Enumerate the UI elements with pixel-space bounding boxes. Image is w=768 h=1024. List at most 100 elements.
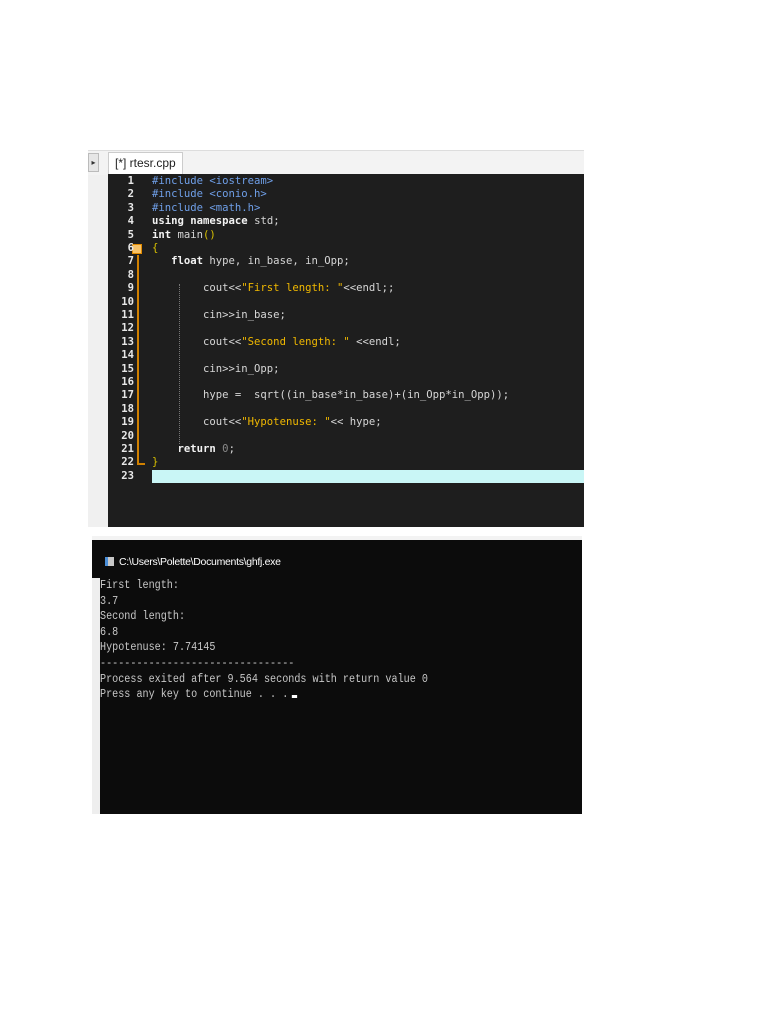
code-line[interactable]: 18 bbox=[108, 403, 584, 416]
line-number: 21 bbox=[121, 443, 134, 455]
code-line[interactable]: 5 int main() bbox=[108, 229, 584, 242]
line-number: 12 bbox=[121, 322, 134, 335]
code-line[interactable]: 11 cin>>in_base; bbox=[108, 309, 584, 322]
code-line[interactable]: 17 hype = sqrt((in_base*in_base)+(in_Opp… bbox=[108, 389, 584, 402]
code-line[interactable]: 23 bbox=[108, 469, 584, 483]
code-text: cin>>in_Opp; bbox=[152, 363, 280, 376]
console-app-icon bbox=[105, 557, 114, 566]
console-output-line: 6.8 bbox=[100, 626, 118, 639]
code-line[interactable]: 9 cout<<"First length: "<<endl;; bbox=[108, 282, 584, 295]
line-number: 16 bbox=[121, 376, 134, 388]
code-line[interactable]: 10 bbox=[108, 296, 584, 309]
console-text: 3.7 bbox=[100, 594, 119, 608]
code-token: #include <conio.h> bbox=[152, 188, 267, 201]
console-cursor bbox=[291, 695, 298, 699]
code-token: cout<< bbox=[152, 416, 242, 429]
console-text: Second length: bbox=[100, 610, 186, 624]
code-token: hype, in_base, in_Opp; bbox=[209, 255, 350, 268]
code-token: main bbox=[177, 228, 204, 241]
code-line[interactable]: 6{ bbox=[108, 242, 584, 255]
code-line[interactable]: 15 cin>>in_Opp; bbox=[108, 363, 584, 376]
code-line[interactable]: 14 bbox=[108, 349, 584, 362]
code-line[interactable]: 12 bbox=[108, 322, 584, 335]
console-text: 6.8 bbox=[100, 625, 119, 639]
tab-rtesr-cpp[interactable]: [*] rtesr.cpp bbox=[108, 152, 183, 175]
console-output-line: Hypotenuse: 7.74145 bbox=[100, 641, 215, 654]
code-token: "Hypotenuse: " bbox=[241, 416, 331, 429]
console-output-line: Second length: bbox=[100, 610, 185, 623]
code-token: using namespace bbox=[152, 215, 255, 228]
tab-strip: ▸ [*] rtesr.cpp bbox=[88, 150, 584, 175]
console-text: First length: bbox=[100, 579, 179, 592]
code-text: } bbox=[152, 456, 158, 469]
line-number: 4 bbox=[127, 215, 134, 228]
code-line[interactable]: 21 return 0; bbox=[108, 443, 584, 456]
line-number: 5 bbox=[127, 228, 134, 241]
code-line[interactable]: 19 cout<<"Hypotenuse: "<< hype; bbox=[108, 416, 584, 429]
line-number: 14 bbox=[121, 349, 134, 362]
code-line[interactable]: 7 float hype, in_base, in_Opp; bbox=[108, 255, 584, 268]
line-number: 13 bbox=[121, 335, 134, 348]
line-number: 19 bbox=[121, 416, 134, 429]
line-number: 7 bbox=[127, 255, 134, 268]
line-number: 1 bbox=[127, 175, 134, 187]
console-output-line: Process exited after 9.564 seconds with … bbox=[100, 673, 428, 686]
code-line[interactable]: 8 bbox=[108, 269, 584, 282]
code-line[interactable]: 1 #include <iostream> bbox=[108, 175, 584, 188]
code-editor[interactable]: 1 #include <iostream> 2 #include <conio.h> 3… bbox=[108, 174, 584, 527]
console-title: C:\Users\Polette\Documents\ghfj.exe bbox=[119, 556, 281, 568]
console-text: Process exited after 9.564 seconds with … bbox=[100, 672, 428, 686]
code-token: "First length: " bbox=[241, 282, 344, 295]
line-number: 15 bbox=[121, 362, 134, 375]
code-text: int main() bbox=[152, 229, 216, 242]
code-token: <<endl;; bbox=[343, 282, 395, 295]
code-text: cout<<"First length: "<<endl;; bbox=[152, 282, 394, 295]
code-text: #include <math.h> bbox=[152, 202, 260, 215]
code-token: ; bbox=[228, 443, 235, 455]
code-token: cout<< bbox=[152, 282, 242, 295]
code-token: cout<< bbox=[152, 335, 242, 348]
line-number: 20 bbox=[121, 429, 134, 442]
code-line[interactable]: 22} bbox=[108, 456, 584, 469]
console-window[interactable]: C:\Users\Polette\Documents\ghfj.exe Firs… bbox=[92, 540, 582, 814]
code-token: #include <math.h> bbox=[152, 201, 261, 214]
code-line[interactable]: 4 using namespace std; bbox=[108, 215, 584, 228]
line-number: 23 bbox=[121, 469, 134, 482]
code-text: cout<<"Second length: " <<endl; bbox=[152, 336, 401, 349]
console-output-line: Press any key to continue . . . bbox=[100, 688, 298, 701]
tab-scroll-button[interactable]: ▸ bbox=[88, 153, 99, 172]
code-token: float bbox=[152, 255, 210, 268]
current-line-highlight bbox=[152, 469, 584, 483]
console-text: Hypotenuse: 7.74145 bbox=[100, 641, 216, 655]
code-text: cout<<"Hypotenuse: "<< hype; bbox=[152, 416, 382, 429]
code-token: int bbox=[152, 228, 178, 241]
line-number: 9 bbox=[127, 282, 134, 295]
code-token: hype = sqrt((in_base*in_base)+(in_Opp*in… bbox=[152, 389, 510, 402]
code-token: cin>>in_base; bbox=[152, 309, 286, 321]
line-number: 22 bbox=[121, 456, 134, 469]
console-output-line: First length: bbox=[100, 579, 179, 592]
code-text: #include <iostream> bbox=[152, 175, 273, 188]
code-token: << hype; bbox=[330, 416, 382, 429]
code-token: "Second length: " bbox=[241, 335, 350, 348]
code-text: cin>>in_base; bbox=[152, 309, 286, 322]
code-line[interactable]: 2 #include <conio.h> bbox=[108, 188, 584, 201]
code-text: return 0; bbox=[152, 443, 235, 456]
line-number: 11 bbox=[121, 309, 134, 321]
code-line[interactable]: 3 #include <math.h> bbox=[108, 202, 584, 215]
console-output-line: -------------------------------- bbox=[100, 657, 294, 670]
line-number: 6 bbox=[127, 242, 134, 254]
line-number: 10 bbox=[121, 295, 134, 308]
line-number: 2 bbox=[127, 188, 134, 201]
code-line[interactable]: 16 bbox=[108, 376, 584, 389]
line-number: 17 bbox=[121, 389, 134, 402]
ide-window: ▸ [*] rtesr.cpp 1 #include <iostream> 2 #in… bbox=[88, 150, 584, 527]
code-token: } bbox=[152, 456, 159, 469]
code-token: return bbox=[152, 443, 223, 455]
code-text: float hype, in_base, in_Opp; bbox=[152, 255, 350, 268]
code-line[interactable]: 20 bbox=[108, 430, 584, 443]
code-line[interactable]: 13 cout<<"Second length: " <<endl; bbox=[108, 336, 584, 349]
code-token: #include <iostream> bbox=[152, 175, 274, 187]
code-text: { bbox=[152, 242, 158, 255]
code-token: <<endl; bbox=[349, 335, 401, 348]
